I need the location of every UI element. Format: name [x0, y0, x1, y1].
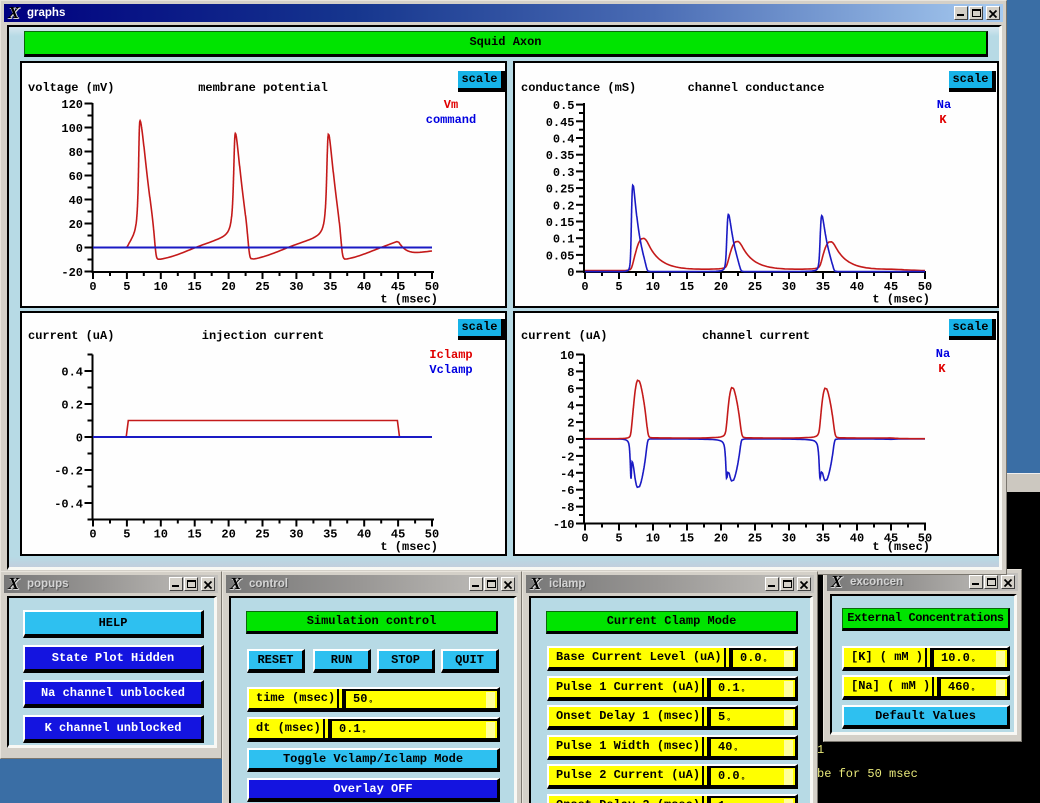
- svg-text:K: K: [939, 113, 947, 127]
- svg-text:0: 0: [567, 434, 574, 448]
- svg-text:t (msec): t (msec): [380, 540, 438, 554]
- svg-text:20: 20: [221, 528, 235, 542]
- svg-text:10: 10: [154, 280, 168, 294]
- svg-text:20: 20: [714, 280, 728, 294]
- svg-text:20: 20: [69, 218, 83, 232]
- svg-text:25: 25: [255, 280, 269, 294]
- svg-text:membrane potential: membrane potential: [198, 81, 328, 95]
- svg-text:0: 0: [567, 266, 574, 280]
- svg-text:channel current: channel current: [702, 329, 810, 343]
- svg-text:Na: Na: [936, 347, 950, 361]
- svg-text:30: 30: [782, 280, 796, 294]
- svg-text:60: 60: [69, 170, 83, 184]
- svg-text:0.4: 0.4: [553, 133, 575, 147]
- svg-text:0: 0: [76, 432, 83, 446]
- svg-text:conductance (mS): conductance (mS): [521, 81, 636, 95]
- svg-text:10: 10: [560, 349, 574, 363]
- svg-text:5: 5: [615, 532, 622, 546]
- svg-text:10: 10: [154, 528, 168, 542]
- svg-text:30: 30: [289, 280, 303, 294]
- svg-text:30: 30: [782, 532, 796, 546]
- svg-text:-8: -8: [560, 501, 574, 515]
- svg-text:-4: -4: [560, 467, 574, 481]
- svg-text:15: 15: [187, 280, 201, 294]
- svg-text:-0.2: -0.2: [54, 465, 83, 479]
- svg-text:40: 40: [357, 280, 371, 294]
- svg-text:0: 0: [581, 532, 588, 546]
- svg-text:80: 80: [69, 146, 83, 160]
- svg-text:0.5: 0.5: [553, 99, 575, 113]
- svg-text:injection current: injection current: [202, 329, 324, 343]
- svg-text:100: 100: [61, 122, 83, 136]
- svg-text:Vclamp: Vclamp: [429, 363, 472, 377]
- svg-text:voltage (mV): voltage (mV): [28, 81, 114, 95]
- svg-text:40: 40: [357, 528, 371, 542]
- svg-text:0.45: 0.45: [546, 116, 575, 130]
- svg-text:0.35: 0.35: [546, 149, 575, 163]
- svg-text:t (msec): t (msec): [872, 540, 930, 554]
- svg-text:5: 5: [615, 280, 622, 294]
- svg-text:K: K: [938, 362, 946, 376]
- svg-text:0.1: 0.1: [553, 233, 575, 247]
- svg-text:Iclamp: Iclamp: [429, 348, 472, 362]
- svg-text:20: 20: [221, 280, 235, 294]
- svg-text:Vm: Vm: [444, 98, 458, 112]
- svg-text:2: 2: [567, 417, 574, 431]
- svg-text:command: command: [426, 113, 476, 127]
- svg-text:5: 5: [123, 528, 130, 542]
- svg-text:-10: -10: [553, 518, 575, 532]
- svg-text:-20: -20: [61, 266, 83, 280]
- svg-text:120: 120: [61, 98, 83, 112]
- svg-text:40: 40: [69, 194, 83, 208]
- svg-text:25: 25: [748, 280, 762, 294]
- svg-text:35: 35: [323, 280, 337, 294]
- svg-text:15: 15: [680, 280, 694, 294]
- svg-text:35: 35: [323, 528, 337, 542]
- svg-text:25: 25: [255, 528, 269, 542]
- svg-text:t (msec): t (msec): [872, 293, 930, 307]
- svg-text:8: 8: [567, 366, 574, 380]
- svg-text:0.3: 0.3: [553, 166, 575, 180]
- svg-text:channel conductance: channel conductance: [688, 81, 825, 95]
- svg-text:15: 15: [680, 532, 694, 546]
- svg-text:t (msec): t (msec): [380, 293, 438, 307]
- svg-text:20: 20: [714, 532, 728, 546]
- svg-text:4: 4: [567, 400, 574, 414]
- svg-text:0: 0: [581, 280, 588, 294]
- svg-text:0: 0: [89, 528, 96, 542]
- svg-text:10: 10: [646, 532, 660, 546]
- svg-text:0.4: 0.4: [61, 366, 83, 380]
- svg-text:25: 25: [748, 532, 762, 546]
- svg-text:30: 30: [289, 528, 303, 542]
- svg-text:15: 15: [187, 528, 201, 542]
- svg-text:-0.4: -0.4: [54, 498, 83, 512]
- svg-text:5: 5: [123, 280, 130, 294]
- svg-text:35: 35: [816, 280, 830, 294]
- svg-text:Na: Na: [937, 98, 951, 112]
- svg-text:0.15: 0.15: [546, 216, 575, 230]
- svg-text:current (uA): current (uA): [28, 329, 114, 343]
- svg-text:0.05: 0.05: [546, 249, 575, 263]
- svg-text:0.2: 0.2: [553, 199, 575, 213]
- svg-text:40: 40: [850, 532, 864, 546]
- svg-text:-6: -6: [560, 484, 574, 498]
- svg-text:0.2: 0.2: [61, 399, 83, 413]
- svg-text:40: 40: [850, 280, 864, 294]
- svg-text:0.25: 0.25: [546, 183, 575, 197]
- svg-text:10: 10: [646, 280, 660, 294]
- svg-text:6: 6: [567, 383, 574, 397]
- svg-text:current (uA): current (uA): [521, 329, 607, 343]
- svg-text:-2: -2: [560, 450, 574, 464]
- svg-text:35: 35: [816, 532, 830, 546]
- svg-text:0: 0: [76, 242, 83, 256]
- svg-text:0: 0: [89, 280, 96, 294]
